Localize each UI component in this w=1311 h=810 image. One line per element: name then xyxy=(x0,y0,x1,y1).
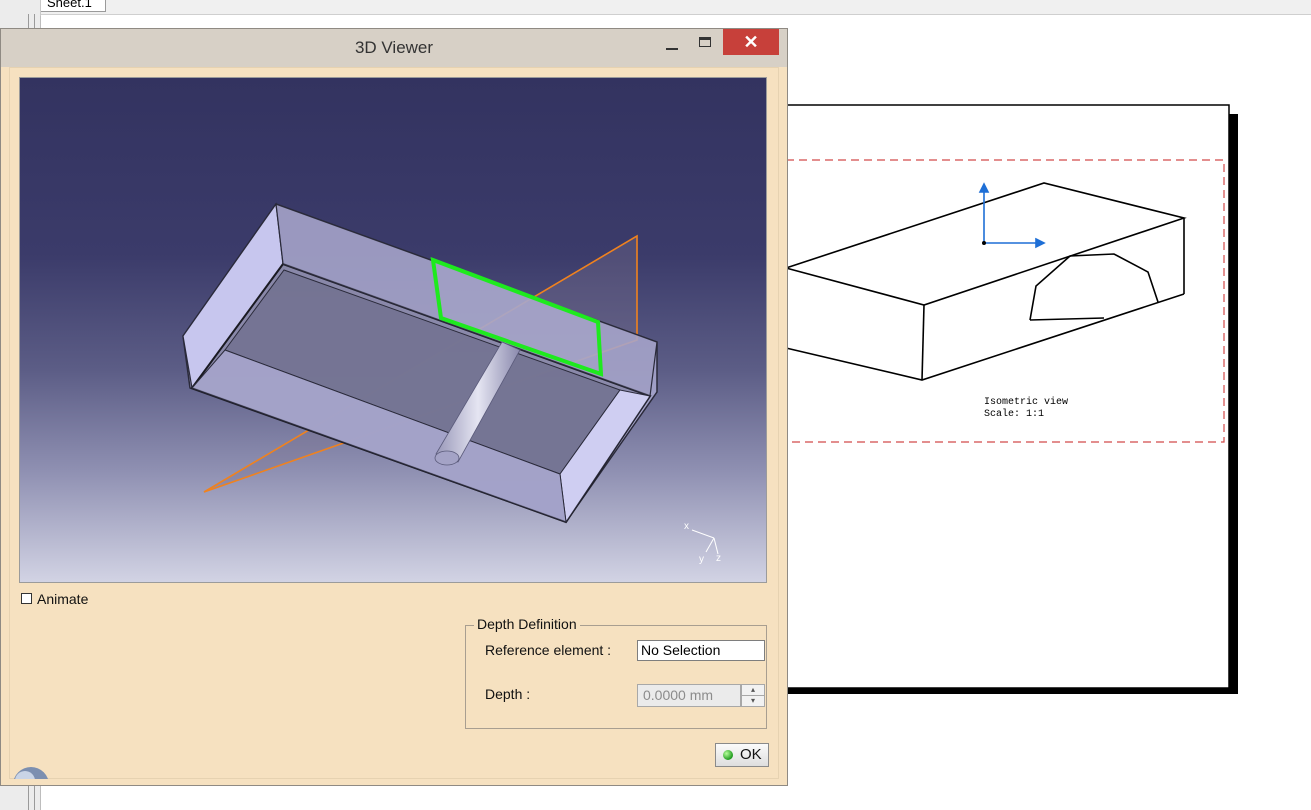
3d-viewer-dialog: 3D Viewer ✕ x y z Animate Depth Definiti… xyxy=(0,28,788,786)
triad-x-label: x xyxy=(684,521,689,532)
ok-button[interactable]: OK xyxy=(715,743,769,767)
animate-checkbox[interactable] xyxy=(21,593,32,604)
reference-element-label: Reference element : xyxy=(485,642,612,658)
view-scale-label: Scale: 1:1 xyxy=(984,408,1044,420)
triad-y-label: y xyxy=(699,554,704,565)
triad-z-label: z xyxy=(716,553,721,564)
depth-definition-group: Depth Definition Reference element : No … xyxy=(465,616,767,729)
minimize-icon[interactable] xyxy=(659,33,685,55)
view-name-label: Isometric view xyxy=(984,396,1068,408)
spin-down-icon[interactable]: ▾ xyxy=(742,696,764,706)
maximize-icon[interactable] xyxy=(693,33,719,55)
reference-element-field[interactable]: No Selection xyxy=(637,640,765,661)
close-icon[interactable]: ✕ xyxy=(723,29,779,55)
depth-spinner[interactable]: ▴ ▾ xyxy=(741,684,765,707)
depth-label: Depth : xyxy=(485,686,531,702)
green-dot-icon xyxy=(723,750,733,760)
ok-label: OK xyxy=(740,746,762,763)
dialog-titlebar[interactable]: 3D Viewer ✕ xyxy=(1,29,787,67)
group-title: Depth Definition xyxy=(474,616,580,632)
3d-viewport[interactable]: x y z xyxy=(19,77,767,583)
3d-scene[interactable]: x y z xyxy=(20,78,766,582)
animate-label: Animate xyxy=(37,591,89,607)
spin-up-icon[interactable]: ▴ xyxy=(742,685,764,696)
app-logo-icon xyxy=(9,755,49,779)
axis-triad-icon: x y z xyxy=(684,521,721,565)
depth-field[interactable]: 0.0000 mm xyxy=(637,684,741,707)
